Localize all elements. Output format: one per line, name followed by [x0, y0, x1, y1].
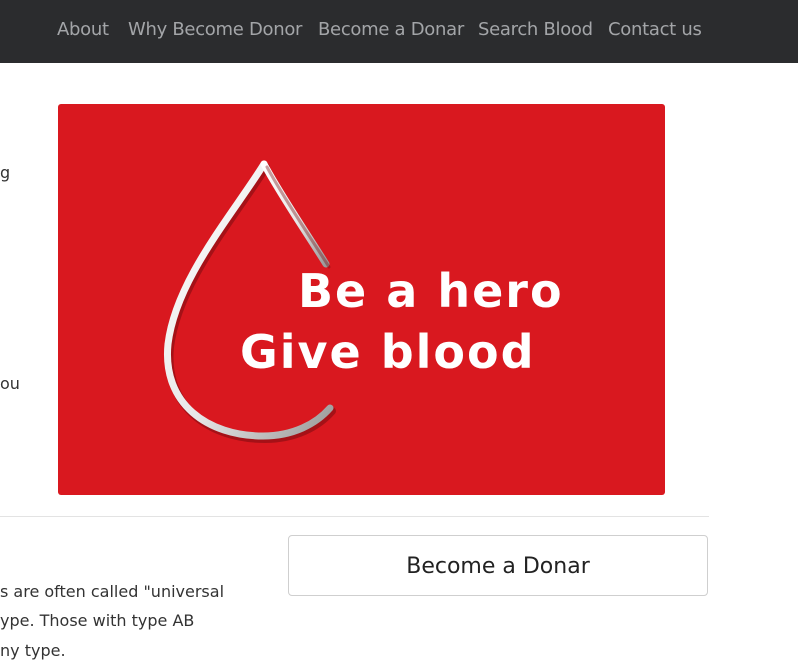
- left-text-fragment: ou: [0, 374, 20, 393]
- paragraph-line: s are often called "universal: [0, 582, 225, 601]
- nav-item-search-blood[interactable]: Search Blood: [478, 18, 593, 42]
- hero-headline-line-1: Be a hero: [298, 264, 564, 318]
- nav-item-become-a-donar[interactable]: Become a Donar: [318, 18, 464, 42]
- paragraph-line: ny type.: [0, 641, 66, 660]
- nav-item-about[interactable]: About: [57, 18, 109, 42]
- nav-item-why-become-donor[interactable]: Why Become Donor: [128, 18, 302, 42]
- top-navbar: About Why Become Donor Become a Donar Se…: [0, 0, 798, 63]
- hero-headline-line-2: Give blood: [240, 325, 536, 379]
- become-donar-button[interactable]: Become a Donar: [288, 535, 708, 596]
- hero-banner: Be a hero Give blood: [58, 104, 665, 495]
- section-divider: [0, 516, 709, 517]
- nav-item-contact-us[interactable]: Contact us: [608, 18, 702, 42]
- paragraph-line: ype. Those with type AB: [0, 611, 195, 630]
- left-text-fragment: g: [0, 163, 11, 182]
